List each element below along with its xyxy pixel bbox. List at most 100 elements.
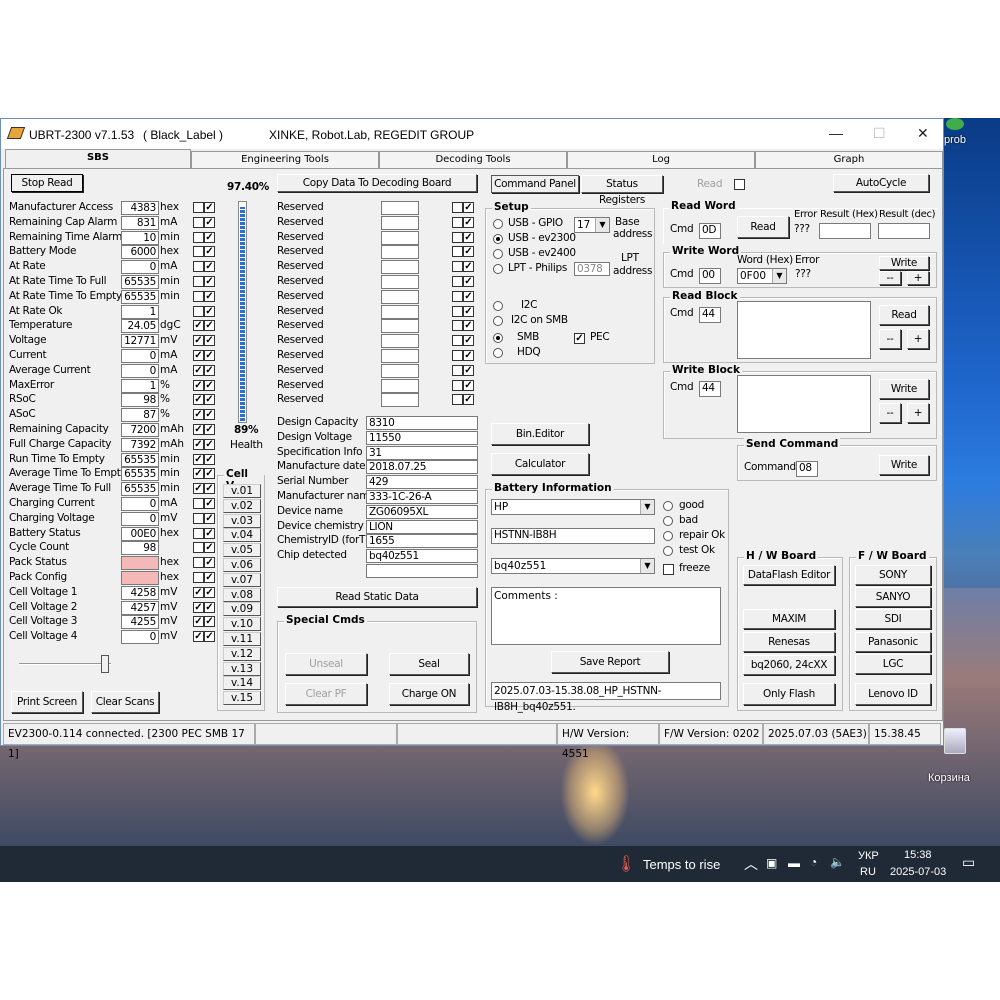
stop-read-button[interactable]: Stop Read — [11, 174, 83, 192]
reserved-checkbox-2[interactable]: ✓ — [463, 231, 474, 243]
cell-v-button[interactable]: v.03 — [223, 513, 261, 528]
send-command-input[interactable]: 08 — [796, 461, 818, 477]
sbs-row-checkbox-1[interactable] — [193, 557, 204, 569]
send-command-write-button[interactable]: Write — [879, 455, 929, 475]
tab-engineering-tools[interactable]: Engineering Tools — [191, 151, 379, 168]
smb-radio[interactable] — [493, 333, 503, 343]
cell-v-button[interactable]: v.12 — [223, 646, 261, 661]
write-block-minus-button[interactable]: -- — [879, 403, 901, 423]
read-block-plus-button[interactable]: + — [907, 329, 929, 349]
sbs-row-checkbox-2[interactable]: ✓ — [204, 246, 215, 258]
reserved-checkbox-2[interactable]: ✓ — [463, 290, 474, 302]
write-word-button[interactable]: Write — [879, 256, 929, 270]
write-word-plus-button[interactable]: + — [907, 271, 929, 285]
cell-v-button[interactable]: v.06 — [223, 558, 261, 572]
chevron-up-icon[interactable]: ︿ — [744, 854, 758, 874]
device-icon[interactable]: ▣ — [766, 856, 777, 870]
cell-v-button[interactable]: v.11 — [223, 632, 261, 646]
reserved-checkbox-1[interactable] — [452, 202, 463, 213]
read-block-cmd-input[interactable]: 44 — [699, 307, 721, 323]
tab-graph[interactable]: Graph — [755, 151, 943, 168]
sbs-row-checkbox-1[interactable]: ✓ — [193, 631, 204, 643]
tab-sbs[interactable]: SBS — [5, 149, 191, 168]
bad-radio[interactable] — [663, 516, 673, 526]
lenovo-id-button[interactable]: Lenovo ID — [855, 683, 931, 705]
panasonic-button[interactable]: Panasonic — [855, 632, 931, 652]
sbs-row-checkbox-2[interactable]: ✓ — [204, 572, 215, 583]
clear-scans-button[interactable]: Clear Scans — [91, 691, 159, 713]
reserved-checkbox-1[interactable] — [452, 379, 463, 391]
reserved-checkbox-1[interactable] — [452, 320, 463, 332]
sbs-row-checkbox-2[interactable]: ✓ — [204, 631, 215, 643]
sbs-row-checkbox-2[interactable]: ✓ — [204, 512, 215, 524]
reserved-checkbox-2[interactable]: ✓ — [463, 335, 474, 347]
sbs-row-checkbox-1[interactable] — [193, 498, 204, 509]
sbs-row-checkbox-2[interactable]: ✓ — [204, 350, 215, 361]
sbs-row-checkbox-1[interactable] — [193, 290, 204, 302]
reserved-checkbox-2[interactable]: ✓ — [463, 394, 474, 406]
wifi-icon[interactable]: ◔ — [810, 855, 817, 869]
reserved-checkbox-1[interactable] — [452, 261, 463, 273]
sbs-row-checkbox-1[interactable]: ✓ — [193, 468, 204, 480]
calculator-button[interactable]: Calculator — [491, 453, 589, 475]
save-report-button[interactable]: Save Report — [551, 651, 669, 673]
sbs-row-checkbox-2[interactable]: ✓ — [204, 498, 215, 509]
sbs-row-checkbox-2[interactable]: ✓ — [204, 216, 215, 228]
sbs-row-checkbox-1[interactable] — [193, 542, 204, 554]
lpt-address-input[interactable]: 0378 — [574, 262, 610, 276]
sbs-row-checkbox-1[interactable]: ✓ — [193, 335, 204, 347]
cell-v-button[interactable]: v.08 — [223, 587, 261, 602]
sbs-row-checkbox-2[interactable]: ✓ — [204, 231, 215, 243]
unseal-button[interactable]: Unseal — [285, 653, 367, 675]
sbs-row-checkbox-2[interactable]: ✓ — [204, 616, 215, 628]
pec-checkbox[interactable]: ✓ — [574, 333, 585, 344]
sbs-row-checkbox-1[interactable]: ✓ — [193, 394, 204, 406]
sbs-row-checkbox-2[interactable]: ✓ — [204, 276, 215, 287]
cell-v-button[interactable]: v.15 — [223, 691, 261, 706]
lgc-button[interactable]: LGC — [855, 654, 931, 674]
slider-track[interactable] — [19, 663, 111, 665]
test-ok-radio[interactable] — [663, 546, 673, 556]
command-panel-tab[interactable]: Command Panel — [491, 175, 579, 193]
write-block-button[interactable]: Write — [879, 379, 929, 399]
sbs-row-checkbox-1[interactable] — [193, 276, 204, 287]
notification-icon[interactable]: ▭ — [962, 854, 975, 871]
cell-v-button[interactable]: v.14 — [223, 676, 261, 691]
usb-gpio-radio[interactable] — [493, 219, 503, 229]
reserved-checkbox-2[interactable]: ✓ — [463, 261, 474, 273]
read-word-cmd-input[interactable]: 0D — [699, 223, 721, 239]
weather-text[interactable]: Temps to rise — [643, 857, 720, 872]
sbs-row-checkbox-1[interactable] — [193, 527, 204, 539]
sbs-row-checkbox-1[interactable]: ✓ — [193, 320, 204, 332]
chip-select[interactable]: bq40z551 ▼ — [491, 558, 655, 574]
lpt-radio[interactable] — [493, 264, 503, 274]
read-word-button[interactable]: Read — [737, 216, 789, 238]
reserved-checkbox-1[interactable] — [452, 231, 463, 243]
reserved-checkbox-2[interactable]: ✓ — [463, 320, 474, 332]
desktop-icon-top[interactable] — [946, 118, 976, 130]
read-block-minus-button[interactable]: -- — [879, 329, 901, 349]
write-block-cmd-input[interactable]: 44 — [699, 381, 721, 397]
word-hex-select[interactable]: 0F00 ▼ — [737, 268, 787, 284]
reserved-checkbox-1[interactable] — [452, 350, 463, 361]
read-checkbox[interactable] — [734, 179, 745, 190]
sbs-row-checkbox-1[interactable]: ✓ — [193, 586, 204, 598]
reserved-checkbox-1[interactable] — [452, 364, 463, 376]
only-flash-button[interactable]: Only Flash — [743, 683, 835, 705]
sbs-row-checkbox-1[interactable]: ✓ — [193, 379, 204, 391]
reserved-checkbox-1[interactable] — [452, 246, 463, 258]
sbs-row-checkbox-2[interactable]: ✓ — [204, 438, 215, 450]
write-word-cmd-input[interactable]: 00 — [699, 268, 721, 284]
language-secondary[interactable]: RU — [860, 866, 876, 878]
clear-pf-button[interactable]: Clear PF — [285, 683, 367, 705]
sbs-row-checkbox-1[interactable]: ✓ — [193, 601, 204, 613]
sbs-row-checkbox-1[interactable]: ✓ — [193, 453, 204, 465]
tab-decoding-tools[interactable]: Decoding Tools — [379, 151, 567, 168]
close-icon[interactable]: ✕ — [917, 125, 929, 142]
reserved-checkbox-1[interactable] — [452, 290, 463, 302]
reserved-checkbox-2[interactable]: ✓ — [463, 350, 474, 361]
sbs-row-checkbox-2[interactable]: ✓ — [204, 305, 215, 317]
sbs-row-checkbox-2[interactable]: ✓ — [204, 601, 215, 613]
cell-v-button[interactable]: v.13 — [223, 661, 261, 676]
write-block-plus-button[interactable]: + — [907, 403, 929, 423]
